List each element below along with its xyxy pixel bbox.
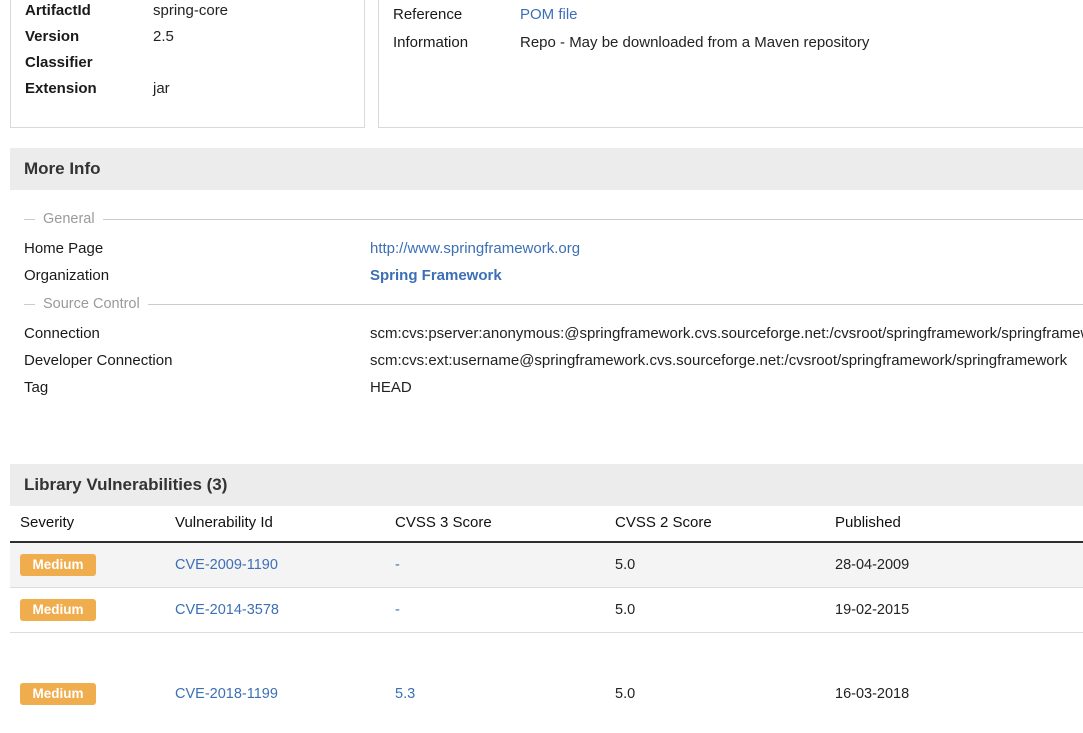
artifact-id-row: ArtifactId spring-core [25,3,354,19]
version-row: Version 2.5 [25,29,354,45]
vulnerabilities-header: Library Vulnerabilities (3) [10,464,1083,506]
severity-badge: Medium [20,599,96,621]
extension-value: jar [153,81,170,97]
column-header-vulnerability-id: Vulnerability Id [165,506,385,542]
home-page-link[interactable]: http://www.springframework.org [370,240,580,257]
developer-connection-row: Developer Connection scm:cvs:ext:usernam… [24,352,1083,370]
published-date: 19-02-2015 [825,588,1083,633]
cvss3-score-link[interactable]: 5.3 [395,686,415,702]
connection-row: Connection scm:cvs:pserver:anonymous:@sp… [24,325,1083,343]
legend-line-left [24,219,35,220]
version-value: 2.5 [153,29,174,45]
severity-badge: Medium [20,554,96,576]
column-header-published: Published [825,506,1083,542]
information-value: Repo - May be downloaded from a Maven re… [520,35,869,51]
extension-label: Extension [25,81,153,97]
version-label: Version [25,29,153,45]
table-row: Medium CVE-2009-1190 - 5.0 28-04-2009 [10,542,1083,588]
vulnerability-id-link[interactable]: CVE-2009-1190 [175,557,278,573]
more-info-header: More Info [10,148,1083,190]
developer-connection-value: scm:cvs:ext:username@springframework.cvs… [370,352,1067,370]
home-page-label: Home Page [24,240,370,258]
table-row: Medium CVE-2018-1199 5.3 5.0 16-03-2018 [10,633,1083,733]
more-info-body: General Home Page http://www.springframe… [10,190,1083,428]
classifier-row: Classifier [25,55,354,71]
legend-line-left [24,304,35,305]
artifact-id-value: spring-core [153,3,228,19]
pom-file-link[interactable]: POM file [520,6,578,23]
published-date: 28-04-2009 [825,542,1083,588]
cvss2-score: 5.0 [605,588,825,633]
source-control-legend-label: Source Control [43,295,140,313]
published-date: 16-03-2018 [825,633,1083,733]
connection-value: scm:cvs:pserver:anonymous:@springframewo… [370,325,1083,343]
legend-line-right [103,219,1083,220]
cvss2-score: 5.0 [605,542,825,588]
cvss2-score: 5.0 [605,633,825,733]
more-info-title: More Info [24,159,101,179]
vulnerabilities-table: Severity Vulnerability Id CVSS 3 Score C… [10,506,1083,733]
home-page-row: Home Page http://www.springframework.org [24,240,1083,258]
organization-row: Organization Spring Framework [24,267,1083,285]
information-row: Information Repo - May be downloaded fro… [393,35,1083,51]
connection-label: Connection [24,325,370,343]
severity-badge: Medium [20,683,96,705]
cvss3-score-link[interactable]: - [395,602,400,618]
vulnerabilities-section: Library Vulnerabilities (3) Severity Vul… [10,464,1083,733]
more-info-section: More Info General Home Page http://www.s… [10,148,1083,428]
vulnerabilities-title: Library Vulnerabilities (3) [24,475,227,495]
organization-link[interactable]: Spring Framework [370,267,502,284]
classifier-label: Classifier [25,55,153,71]
extension-row: Extension jar [25,81,354,97]
information-label: Information [393,35,520,51]
tag-label: Tag [24,379,370,397]
vulnerability-id-link[interactable]: CVE-2014-3578 [175,602,279,618]
reference-label: Reference [393,7,520,23]
reference-card: Reference POM file Information Repo - Ma… [378,0,1083,128]
artifact-id-label: ArtifactId [25,3,153,19]
vulnerability-id-link[interactable]: CVE-2018-1199 [175,686,278,702]
column-header-cvss2: CVSS 2 Score [605,506,825,542]
organization-label: Organization [24,267,370,285]
source-control-group-legend: Source Control [24,295,1083,313]
developer-connection-label: Developer Connection [24,352,370,370]
column-header-severity: Severity [10,506,165,542]
top-cards-area: ArtifactId spring-core Version 2.5 Class… [0,0,1083,148]
reference-row: Reference POM file [393,7,1083,23]
column-header-cvss3: CVSS 3 Score [385,506,605,542]
cvss3-score-link[interactable]: - [395,557,400,573]
artifact-details-card: ArtifactId spring-core Version 2.5 Class… [10,0,365,128]
table-header-row: Severity Vulnerability Id CVSS 3 Score C… [10,506,1083,542]
general-group-legend: General [24,210,1083,228]
tag-value: HEAD [370,379,412,397]
general-legend-label: General [43,210,95,228]
table-row: Medium CVE-2014-3578 - 5.0 19-02-2015 [10,588,1083,633]
tag-row: Tag HEAD [24,379,1083,397]
legend-line-right [148,304,1083,305]
